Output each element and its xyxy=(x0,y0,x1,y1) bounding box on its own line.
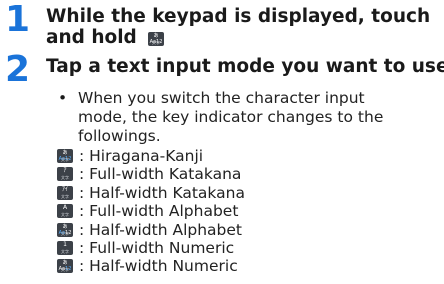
mode-row: あAa12 文字 : Hiragana-Kanji xyxy=(57,147,203,165)
bullet-line: followings. xyxy=(78,127,161,145)
bullet-text: When you switch the character input mode… xyxy=(78,89,438,146)
mode-row: あAa12 文字 : Half-width Numeric xyxy=(57,257,238,275)
key-icon-top: A xyxy=(62,204,68,212)
step-text-line: While the keypad is displayed, touch xyxy=(46,6,431,27)
key-icon-bottom: 文字 xyxy=(61,175,69,181)
mode-label: : Half-width Alphabet xyxy=(79,220,242,239)
bullet-line: mode, the key indicator changes to the xyxy=(78,108,384,126)
mode-label: : Full-width Katakana xyxy=(79,165,242,184)
input-mode-key-icon: 1 文字 xyxy=(57,241,73,255)
input-mode-key-icon: あAa12 文字 xyxy=(57,259,73,274)
bullet-line: When you switch the character input xyxy=(78,89,365,107)
mode-row: あAa12 文字 : Half-width Alphabet xyxy=(57,221,242,239)
mode-label: : Hiragana-Kanji xyxy=(79,147,204,165)
mode-label: : Full-width Numeric xyxy=(79,239,235,257)
input-mode-key-icon: A 文字 xyxy=(57,204,73,219)
mode-row: ｱｲ 文字 : Half-width Katakana xyxy=(57,184,245,202)
step-number: 1 xyxy=(5,0,31,40)
input-mode-key-icon: ｱ文字 xyxy=(57,167,73,182)
input-mode-key-icon: あAa12 文字 xyxy=(148,32,164,46)
mode-label: : Half-width Numeric xyxy=(79,257,238,276)
key-icon-bottom: 文字 xyxy=(61,157,69,162)
mode-row: A 文字 : Full-width Alphabet xyxy=(57,202,238,220)
mode-label: : Full-width Alphabet xyxy=(79,202,239,221)
mode-row: 1 文字 : Full-width Numeric xyxy=(57,239,234,257)
key-icon-bottom: 文字 xyxy=(152,40,160,45)
step-text-line: Tap a text input mode you want to use xyxy=(46,56,444,77)
key-icon-top: ｱ xyxy=(63,167,67,175)
mode-row: ｱ文字 : Full-width Katakana xyxy=(57,165,241,183)
step-text-line: and hold xyxy=(46,27,137,48)
key-icon-bottom: 文字 xyxy=(61,212,69,218)
key-icon-bottom: 文字 xyxy=(61,230,69,236)
key-icon-bottom: 文字 xyxy=(61,267,69,273)
key-icon-bottom: 文字 xyxy=(61,193,69,199)
key-icon-top: ｱｲ xyxy=(61,185,68,193)
step-number: 2 xyxy=(5,49,31,90)
input-mode-key-icon: あAa12 文字 xyxy=(57,149,73,163)
key-icon-bottom: 文字 xyxy=(61,249,69,254)
bullet-dot: • xyxy=(58,89,68,107)
mode-label: : Half-width Katakana xyxy=(79,183,245,202)
input-mode-key-icon: あAa12 文字 xyxy=(57,222,73,237)
input-mode-key-icon: ｱｲ 文字 xyxy=(57,185,73,200)
key-icon-top: 1 xyxy=(63,241,67,248)
